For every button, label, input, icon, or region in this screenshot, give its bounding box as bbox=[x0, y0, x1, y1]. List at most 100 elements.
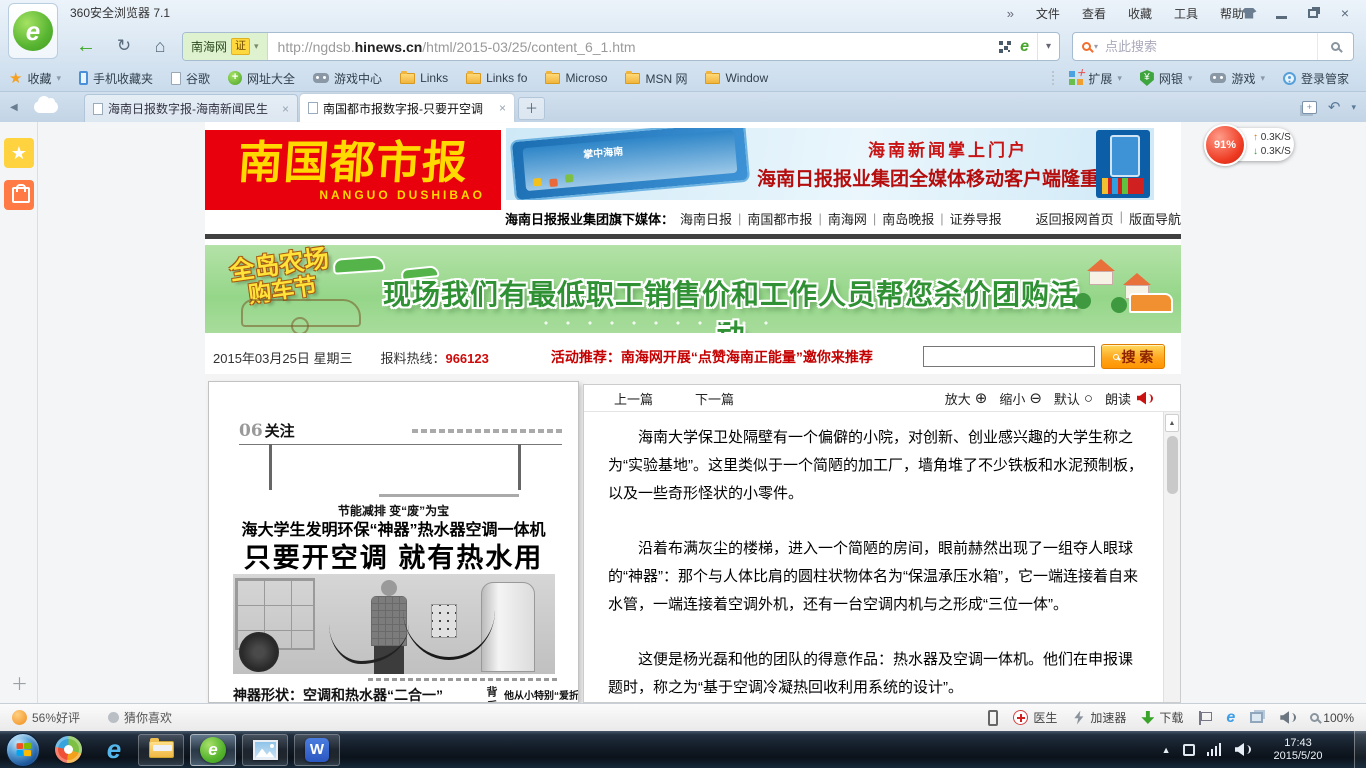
memory-percent-ball[interactable]: 91% bbox=[1204, 124, 1246, 166]
skin-button[interactable] bbox=[1234, 2, 1264, 24]
link-nandao-evening[interactable]: 南岛晚报 bbox=[882, 209, 934, 228]
new-tab-button[interactable]: ＋ bbox=[518, 97, 545, 120]
speaker-icon[interactable] bbox=[1137, 392, 1152, 405]
menu-tools[interactable]: 工具 bbox=[1174, 5, 1198, 22]
link-nanguo-dushibao[interactable]: 南国都市报 bbox=[747, 209, 812, 228]
tab-nanguo-dushibao[interactable]: 南国都市报数字报-只要开空调 × bbox=[300, 94, 514, 122]
activity-promo-link[interactable]: 活动推荐：南海网开展“点赞海南正能量”邀你来推荐 bbox=[551, 347, 873, 367]
tray-app-icon[interactable] bbox=[1183, 744, 1195, 756]
ie-compat-icon[interactable]: e bbox=[1226, 709, 1235, 727]
doctor-button[interactable]: 医生 bbox=[1013, 709, 1057, 726]
tab-close-icon[interactable]: × bbox=[499, 101, 506, 115]
zoom-in-icon[interactable]: ⊕ bbox=[975, 389, 988, 407]
bookmark-game-center[interactable]: 游戏中心 bbox=[304, 64, 391, 92]
site-search-input[interactable] bbox=[923, 346, 1095, 367]
favorites-button[interactable]: ★收藏▾ bbox=[0, 64, 70, 92]
default-size-label[interactable]: 默认 bbox=[1054, 389, 1080, 408]
bookmark-folder-links[interactable]: Links bbox=[391, 64, 457, 92]
taskbar-clock[interactable]: 17:43 2015/5/20 bbox=[1262, 737, 1334, 763]
scroll-up-button[interactable]: ▲ bbox=[1165, 414, 1179, 432]
newspaper-page-thumbnail[interactable]: 06 关注 节能减排 变“废”为宝 海大学生发明环保“神器”热水器空调一体机 只… bbox=[208, 381, 579, 703]
cloud-sync-icon[interactable] bbox=[34, 101, 58, 113]
hidden-icons-chevron[interactable]: ▲ bbox=[1162, 745, 1171, 755]
flag-icon[interactable] bbox=[1198, 711, 1211, 725]
restore-button[interactable] bbox=[1298, 2, 1328, 24]
recommendations-button[interactable]: 猜你喜欢 bbox=[108, 709, 172, 726]
extensions-button[interactable]: 扩展▾ bbox=[1060, 70, 1131, 87]
address-bar[interactable]: 南海网 证 ▾ http://ngdsb.hinews.cn/html/2015… bbox=[182, 32, 1060, 61]
link-hinews[interactable]: 南海网 bbox=[828, 209, 867, 228]
qr-code-icon[interactable] bbox=[999, 41, 1011, 53]
zoom-out-label[interactable]: 缩小 bbox=[999, 389, 1025, 408]
login-manager-button[interactable]: 登录管家 bbox=[1274, 70, 1358, 87]
newspaper-logo[interactable]: 南国都市报 NANGUO DUSHIBAO bbox=[205, 130, 501, 210]
zoom-out-icon[interactable]: ⊖ bbox=[1029, 389, 1042, 407]
link-hainan-daily[interactable]: 海南日报 bbox=[680, 209, 732, 228]
taskbar-wps-writer[interactable]: W bbox=[294, 734, 340, 766]
sidebar-add-icon[interactable]: ＋ bbox=[11, 670, 28, 695]
app-ad-banner[interactable]: 掌中海南 海南新闻掌上门户 海南日报报业集团全媒体移动客户端隆重发布 bbox=[506, 128, 1154, 200]
accelerator-button[interactable]: 加速器 bbox=[1072, 709, 1126, 726]
show-desktop-button[interactable] bbox=[1354, 731, 1366, 768]
refresh-button[interactable]: ↻ bbox=[108, 32, 140, 60]
taskbar-360-browser[interactable]: e bbox=[190, 734, 236, 766]
minimize-button[interactable] bbox=[1266, 2, 1296, 24]
link-back-home[interactable]: 返回报网首页 bbox=[1036, 209, 1114, 228]
browser-search-input[interactable] bbox=[1098, 39, 1317, 54]
search-go-button[interactable] bbox=[1317, 33, 1353, 60]
bookmark-site-directory[interactable]: +网址大全 bbox=[219, 64, 304, 92]
promo-banner[interactable]: 全岛农场 购车节 现场我们有最低职工销售价和工作人员帮您杀价团购活动 bbox=[205, 245, 1181, 333]
default-size-icon[interactable]: ○ bbox=[1084, 390, 1093, 407]
taskbar-internet-explorer[interactable]: e bbox=[96, 733, 132, 767]
next-article-link[interactable]: 下一篇 bbox=[695, 389, 734, 408]
bookmark-folder-microso[interactable]: Microso bbox=[536, 64, 616, 92]
taskbar-file-explorer[interactable] bbox=[138, 734, 184, 766]
browser-search-box[interactable]: ▾ bbox=[1072, 32, 1354, 61]
menu-file[interactable]: 文件 bbox=[1036, 5, 1060, 22]
zoom-in-label[interactable]: 放大 bbox=[945, 389, 971, 408]
sidebar-favorites-button[interactable]: ★ bbox=[4, 138, 34, 168]
tab-hainan-daily[interactable]: 海南日报数字报-海南新闻民生 × bbox=[84, 94, 298, 122]
bookmark-google[interactable]: 谷歌 bbox=[162, 64, 219, 92]
taskbar-photo-viewer[interactable] bbox=[242, 734, 288, 766]
windows-layout-icon[interactable] bbox=[1250, 712, 1263, 723]
speed-widget[interactable]: 91% ↑ 0.3K/S ↓ 0.3K/S bbox=[1206, 128, 1294, 161]
back-button[interactable]: ← bbox=[70, 32, 102, 60]
start-button[interactable] bbox=[6, 733, 40, 767]
search-engine-selector[interactable]: ▾ bbox=[1082, 42, 1098, 51]
close-button[interactable]: × bbox=[1330, 2, 1360, 24]
duplicate-tab-icon[interactable]: + bbox=[1302, 101, 1317, 114]
scrollbar-thumb[interactable] bbox=[1167, 436, 1178, 494]
reopen-closed-tab-icon[interactable]: ↶ bbox=[1328, 98, 1341, 116]
bookmark-folder-links-fo[interactable]: Links fo bbox=[457, 64, 536, 92]
games-button[interactable]: 游戏▾ bbox=[1201, 70, 1274, 87]
chevron-down-icon[interactable]: ▾ bbox=[1351, 102, 1356, 113]
menu-favorites[interactable]: 收藏 bbox=[1128, 5, 1152, 22]
ie-mode-icon[interactable]: e bbox=[1020, 38, 1029, 56]
sidebar-shopping-button[interactable] bbox=[4, 180, 34, 210]
mobile-icon[interactable] bbox=[988, 710, 998, 726]
network-icon[interactable] bbox=[1207, 743, 1222, 756]
link-securities-herald[interactable]: 证券导报 bbox=[950, 209, 1002, 228]
bookmark-folder-window[interactable]: Window bbox=[696, 64, 777, 92]
taskbar-360-safe[interactable] bbox=[50, 733, 86, 767]
collapse-tabs-icon[interactable]: ◀ bbox=[10, 102, 18, 113]
bookmark-folder-msn[interactable]: MSN 网 bbox=[616, 64, 696, 92]
link-page-navigation[interactable]: 版面导航 bbox=[1129, 209, 1181, 228]
previous-article-link[interactable]: 上一篇 bbox=[614, 389, 653, 408]
read-aloud-label[interactable]: 朗读 bbox=[1105, 389, 1131, 408]
site-search-button[interactable]: 搜 索 bbox=[1101, 344, 1165, 369]
home-button[interactable]: ⌂ bbox=[144, 32, 176, 60]
address-dropdown-caret[interactable]: ▾ bbox=[1037, 33, 1059, 60]
mute-speaker-icon[interactable] bbox=[1280, 711, 1295, 724]
netbank-button[interactable]: ¥网银▾ bbox=[1131, 70, 1202, 87]
page-zoom-button[interactable]: 100% bbox=[1310, 711, 1354, 725]
site-identity-badge[interactable]: 南海网 证 ▾ bbox=[183, 33, 268, 60]
article-scrollbar[interactable]: ▲ bbox=[1163, 412, 1180, 702]
bookmark-mobile-favorites[interactable]: 手机收藏夹 bbox=[70, 64, 162, 92]
url-text[interactable]: http://ngdsb.hinews.cn/html/2015-03/25/c… bbox=[268, 39, 992, 55]
menu-overflow-icon[interactable]: » bbox=[1007, 6, 1014, 21]
volume-icon[interactable] bbox=[1235, 743, 1250, 756]
drag-handle-icon[interactable] bbox=[1052, 71, 1056, 85]
tab-close-icon[interactable]: × bbox=[282, 102, 289, 116]
